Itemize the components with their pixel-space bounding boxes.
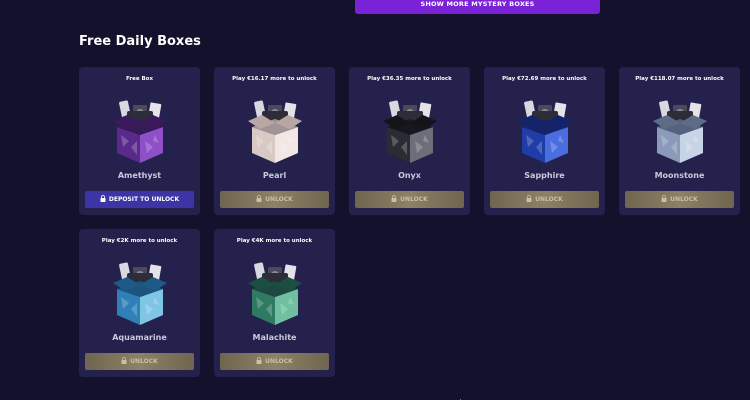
box-name: Amethyst <box>117 171 162 180</box>
box-card-aquamarine[interactable]: Play €2K more to unlock Aquamarine UNLOC… <box>79 229 200 377</box>
mystery-box-image <box>377 95 443 167</box>
section-title: Free Daily Boxes <box>79 34 201 49</box>
box-card-malachite[interactable]: Play €4K more to unlock Malachite UNLOCK <box>214 229 335 377</box>
button-label: UNLOCK <box>130 358 158 365</box>
unlock-button[interactable]: UNLOCK <box>625 191 734 208</box>
box-card-sapphire[interactable]: Play €72.69 more to unlock Sapphire UNLO… <box>484 67 605 215</box>
mystery-box-image <box>242 257 308 329</box>
box-name: Sapphire <box>524 171 565 180</box>
button-label: DEPOSIT TO UNLOCK <box>108 196 180 203</box>
box-card-pearl[interactable]: Play €16.17 more to unlock Pearl UNLOCK <box>214 67 335 215</box>
box-card-onyx[interactable]: Play €36.35 more to unlock Onyx UNLOCK <box>349 67 470 215</box>
button-label: UNLOCK <box>535 196 563 203</box>
box-card-moonstone[interactable]: Play €118.07 more to unlock Moonstone UN… <box>619 67 740 215</box>
lock-icon <box>121 357 127 364</box>
unlock-requirement: Play €118.07 more to unlock <box>635 76 724 82</box>
box-name: Aquamarine <box>112 333 167 342</box>
unlock-button[interactable]: UNLOCK <box>220 353 329 370</box>
unlock-button[interactable]: UNLOCK <box>220 191 329 208</box>
button-label: UNLOCK <box>400 196 428 203</box>
show-more-mystery-boxes-button[interactable]: SHOW MORE MYSTERY BOXES <box>355 0 600 14</box>
lock-icon <box>526 195 532 202</box>
lock-icon <box>661 195 667 202</box>
unlock-requirement: Play €4K more to unlock <box>236 238 313 244</box>
mystery-box-image <box>107 95 173 167</box>
button-label: UNLOCK <box>265 358 293 365</box>
box-name: Malachite <box>252 333 297 342</box>
unlock-requirement: Free Box <box>125 76 153 82</box>
mouse-cursor-icon <box>459 392 467 400</box>
unlock-requirement: Play €2K more to unlock <box>101 238 178 244</box>
lock-icon <box>256 357 262 364</box>
deposit-to-unlock-button[interactable]: DEPOSIT TO UNLOCK <box>85 191 194 208</box>
button-label: UNLOCK <box>670 196 698 203</box>
mystery-box-image <box>647 95 713 167</box>
unlock-requirement: Play €36.35 more to unlock <box>367 76 452 82</box>
lock-icon <box>391 195 397 202</box>
button-label: UNLOCK <box>265 196 293 203</box>
lock-icon <box>256 195 262 202</box>
unlock-button[interactable]: UNLOCK <box>85 353 194 370</box>
mystery-box-image <box>512 95 578 167</box>
box-name: Pearl <box>262 171 287 180</box>
lock-icon <box>100 195 106 202</box>
mystery-box-image <box>242 95 308 167</box>
box-name: Moonstone <box>654 171 705 180</box>
unlock-button[interactable]: UNLOCK <box>355 191 464 208</box>
boxes-grid: Free Box Amethyst DEPOSIT TO UNLOCK Play… <box>79 67 740 377</box>
unlock-requirement: Play €72.69 more to unlock <box>502 76 587 82</box>
unlock-button[interactable]: UNLOCK <box>490 191 599 208</box>
box-name: Onyx <box>398 171 421 180</box>
unlock-requirement: Play €16.17 more to unlock <box>232 76 317 82</box>
mystery-box-image <box>107 257 173 329</box>
box-card-amethyst[interactable]: Free Box Amethyst DEPOSIT TO UNLOCK <box>79 67 200 215</box>
